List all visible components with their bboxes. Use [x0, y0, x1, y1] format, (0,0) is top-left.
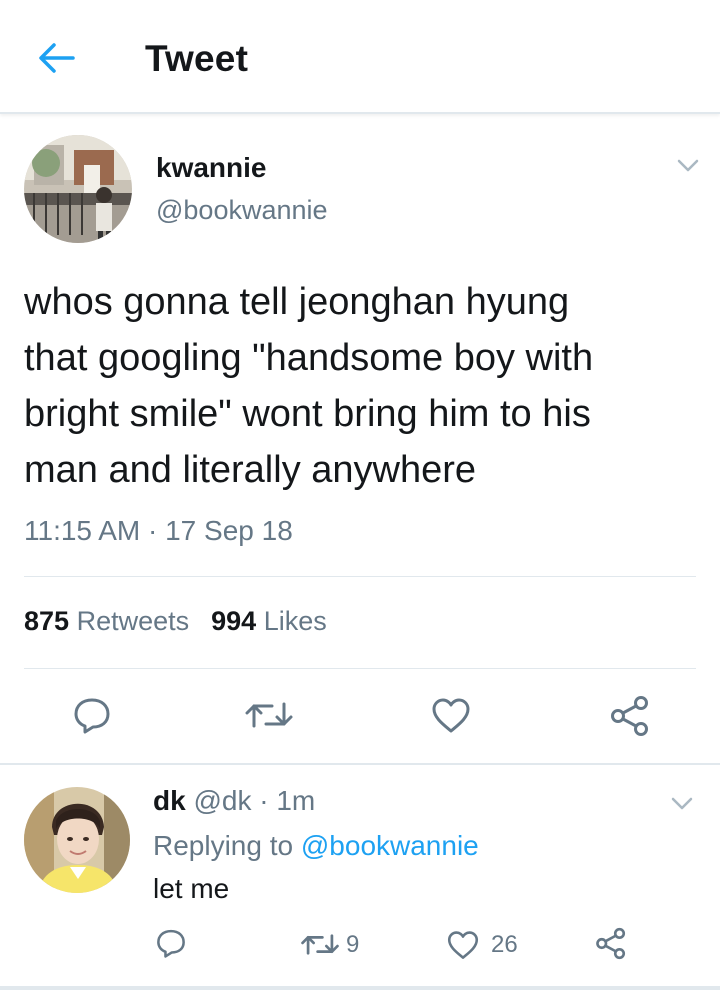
retweets-stat[interactable]: 875 Retweets	[24, 606, 189, 636]
like-icon[interactable]	[446, 930, 480, 961]
retweet-icon[interactable]	[244, 698, 294, 732]
top-app-bar: Tweet	[0, 0, 720, 114]
reply-author-avatar[interactable]	[24, 787, 130, 893]
reply-like-count: 26	[491, 931, 518, 958]
reply-icon[interactable]	[72, 696, 112, 734]
back-arrow-icon[interactable]	[36, 40, 76, 76]
tweet-timestamp: 11:15 AM · 17 Sep 18	[24, 515, 293, 546]
reply-author-name[interactable]: dk	[153, 785, 186, 816]
likes-count: 994	[211, 606, 257, 636]
tweet-text-line: bright smile" wont bring him to his	[24, 393, 591, 435]
chevron-down-icon[interactable]	[670, 796, 694, 812]
retweets-label: Retweets	[76, 606, 190, 636]
likes-stat[interactable]: 994 Likes	[211, 606, 327, 636]
section-divider	[0, 763, 720, 765]
retweet-icon[interactable]	[300, 931, 340, 958]
share-icon[interactable]	[608, 695, 652, 737]
replying-prefix: Replying to	[153, 830, 301, 861]
share-icon[interactable]	[594, 927, 628, 960]
divider	[24, 668, 696, 669]
reply-text: let me	[153, 873, 230, 904]
reply-header: dk @dk · 1m	[153, 785, 315, 817]
author-display-name[interactable]: kwannie	[156, 152, 266, 184]
like-icon[interactable]	[430, 697, 472, 735]
reply-author-handle[interactable]: @dk	[193, 785, 251, 816]
tweet-text-line: man and literally anywhere	[24, 449, 477, 491]
page-title: Tweet	[145, 38, 249, 79]
reply-time: · 1m	[251, 785, 316, 816]
engagement-stats: 875 Retweets 994 Likes	[24, 606, 327, 637]
author-avatar[interactable]	[24, 135, 132, 243]
bottom-divider	[0, 986, 720, 990]
reply-icon[interactable]	[155, 928, 187, 958]
reply-retweet-count: 9	[346, 931, 360, 958]
chevron-down-icon[interactable]	[676, 158, 700, 174]
replying-to: Replying to @bookwannie	[153, 830, 479, 862]
tweet-text: whos gonna tell jeonghan hyung that goog…	[24, 274, 704, 498]
retweets-count: 875	[24, 606, 70, 636]
tweet-text-line: that googling "handsome boy with	[24, 337, 594, 379]
likes-label: Likes	[263, 606, 327, 636]
author-handle[interactable]: @bookwannie	[156, 195, 328, 226]
tweet-text-line: whos gonna tell jeonghan hyung	[24, 281, 570, 323]
replying-to-mention[interactable]: @bookwannie	[301, 830, 479, 861]
divider	[24, 576, 696, 577]
